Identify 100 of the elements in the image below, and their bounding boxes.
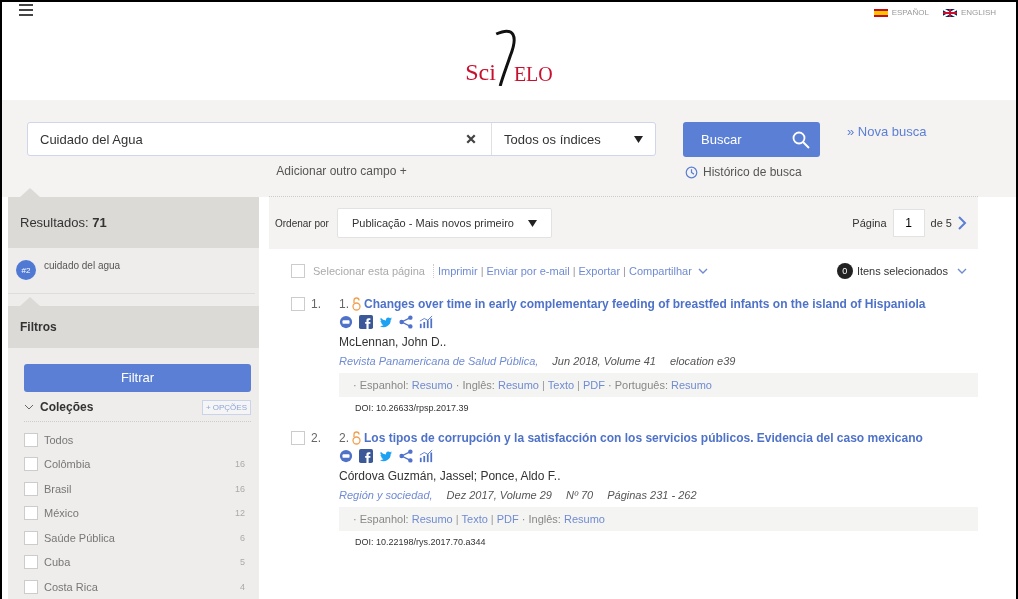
text-link[interactable]: PDF bbox=[496, 513, 519, 525]
logo: Sci ELO bbox=[465, 26, 553, 86]
next-page-icon[interactable] bbox=[956, 215, 968, 231]
action-link[interactable]: Compartilhar bbox=[628, 265, 692, 277]
search-button[interactable]: Buscar bbox=[683, 122, 820, 157]
collection-label: Saúde Pública bbox=[44, 531, 115, 544]
bird-icon bbox=[379, 449, 393, 463]
checkbox[interactable] bbox=[24, 579, 38, 594]
flag-icon bbox=[873, 8, 888, 17]
text-link[interactable]: PDF bbox=[582, 379, 605, 391]
collection-label: México bbox=[44, 507, 79, 520]
separator: | bbox=[541, 379, 545, 391]
page-label: Página bbox=[852, 217, 887, 229]
collection-label: Brasil bbox=[44, 482, 72, 495]
journal-link[interactable]: Revista Panamericana de Salud Pública, bbox=[339, 355, 539, 367]
select-page-label: Selecionar esta página bbox=[313, 265, 425, 277]
selected-label[interactable]: Itens selecionados bbox=[856, 265, 948, 277]
facebook-icon bbox=[359, 315, 373, 329]
chevron-icon bbox=[956, 266, 968, 276]
language-link[interactable]: ENGLISH bbox=[942, 8, 996, 17]
text-link[interactable]: Texto bbox=[461, 513, 488, 525]
checkbox[interactable] bbox=[291, 431, 305, 445]
collection-count: 16 bbox=[235, 483, 245, 494]
collection-count: 4 bbox=[240, 581, 245, 592]
language-name: · Inglês: bbox=[521, 513, 562, 525]
sort-label: Ordenar por bbox=[275, 217, 329, 229]
text-link[interactable]: Resumo bbox=[564, 513, 605, 525]
separator: | bbox=[572, 265, 576, 277]
separator: | bbox=[577, 379, 580, 391]
authors: Córdova Guzmán, Jassel; Ponce, Aldo F.. bbox=[339, 469, 562, 483]
lock-icon bbox=[352, 431, 362, 445]
query-text: cuidado del agua bbox=[44, 260, 121, 272]
publication-detail: Jun 2018, Volume 41 bbox=[552, 355, 656, 367]
facebook-icon bbox=[359, 449, 373, 463]
dropdown-arrow-icon bbox=[527, 219, 537, 227]
publication-detail: elocation e39 bbox=[669, 355, 736, 367]
query-badge: #2 bbox=[16, 260, 36, 281]
authors: McLennan, John D.. bbox=[339, 335, 448, 349]
index-dropdown[interactable]: Todos os índices bbox=[491, 123, 655, 155]
checkbox[interactable] bbox=[291, 264, 305, 278]
add-field-link[interactable]: Adicionar outro campo + bbox=[276, 164, 407, 178]
language-name: · Espanhol: bbox=[353, 379, 410, 391]
checkbox[interactable] bbox=[24, 432, 38, 447]
history-link[interactable]: Histórico de busca bbox=[683, 165, 802, 179]
page-total: de 5 bbox=[930, 217, 952, 229]
text-link[interactable]: Resumo bbox=[411, 513, 453, 525]
search-icon bbox=[792, 130, 810, 149]
selected-count: 0 bbox=[836, 263, 853, 279]
clock-icon bbox=[685, 165, 698, 179]
action-link[interactable]: Enviar por e-mail bbox=[486, 265, 570, 277]
action-link[interactable]: Imprimir bbox=[437, 265, 478, 277]
search-field[interactable]: Cuidado del Agua Todos os índices bbox=[27, 122, 656, 156]
bar-chart-icon bbox=[419, 315, 433, 329]
action-link[interactable]: Exportar bbox=[578, 265, 621, 277]
lock-icon bbox=[352, 297, 362, 311]
collection-count: 12 bbox=[235, 508, 245, 519]
result-index: 1. bbox=[311, 297, 321, 311]
language-name: · Inglês: bbox=[455, 379, 496, 391]
checkbox[interactable] bbox=[24, 530, 38, 545]
publication-detail: Dez 2017, Volume 29 bbox=[446, 489, 552, 501]
checkbox[interactable] bbox=[291, 297, 305, 311]
publication-detail: Páginas 231 - 262 bbox=[607, 489, 697, 501]
collection-label: Colômbia bbox=[44, 458, 91, 471]
bar-chart-icon bbox=[419, 449, 433, 463]
sort-dropdown[interactable]: Publicação - Mais novos primeiro bbox=[336, 208, 552, 238]
filter-button[interactable]: Filtrar bbox=[24, 363, 251, 392]
checkbox[interactable] bbox=[24, 555, 38, 570]
page-field[interactable]: 1 bbox=[892, 209, 925, 237]
checkbox[interactable] bbox=[24, 481, 38, 496]
separator: | bbox=[490, 513, 494, 525]
options-button[interactable]: + OPÇÕES bbox=[201, 399, 251, 415]
doi: DOI: 10.22198/rys.2017.70.a344 bbox=[354, 537, 487, 547]
flag-icon bbox=[942, 8, 957, 17]
collection-label: Cuba bbox=[44, 556, 71, 569]
separator: | bbox=[480, 265, 484, 277]
text-link[interactable]: Texto bbox=[547, 379, 575, 391]
checkbox[interactable] bbox=[24, 457, 38, 472]
collections-toggle[interactable]: Coleções bbox=[24, 400, 94, 414]
language-name: · Português: bbox=[608, 379, 669, 391]
language-link[interactable]: ESPAÑOL bbox=[873, 8, 929, 17]
article-title[interactable]: Los tipos de corrupción y la satisfacción con los servicios públicos. Evidencia del caso mexicano bbox=[364, 431, 923, 445]
collection-label: Todos bbox=[44, 433, 74, 446]
collection-label: Costa Rica bbox=[44, 580, 98, 593]
new-search-link[interactable]: » Nova busca bbox=[847, 122, 927, 197]
separator: | bbox=[623, 265, 626, 277]
article-title[interactable]: Changes over time in early complementary feeding of breastfed infants on the island of Hispaniola bbox=[364, 297, 926, 311]
checkbox[interactable] bbox=[24, 506, 38, 521]
text-link[interactable]: Resumo bbox=[497, 379, 539, 391]
close-icon[interactable] bbox=[465, 133, 477, 145]
share-icon bbox=[399, 315, 413, 329]
menu-icon[interactable] bbox=[18, 2, 34, 18]
collection-count: 6 bbox=[240, 532, 245, 543]
text-link[interactable]: Resumo bbox=[671, 379, 712, 391]
separator: | bbox=[455, 513, 459, 525]
result-index: 2. bbox=[311, 431, 321, 445]
journal-link[interactable]: Región y sociedad, bbox=[339, 489, 433, 501]
chevron-icon bbox=[696, 266, 709, 276]
text-link[interactable]: Resumo bbox=[411, 379, 453, 391]
result-number: 1. bbox=[339, 297, 350, 311]
result-number: 2. bbox=[339, 431, 350, 445]
